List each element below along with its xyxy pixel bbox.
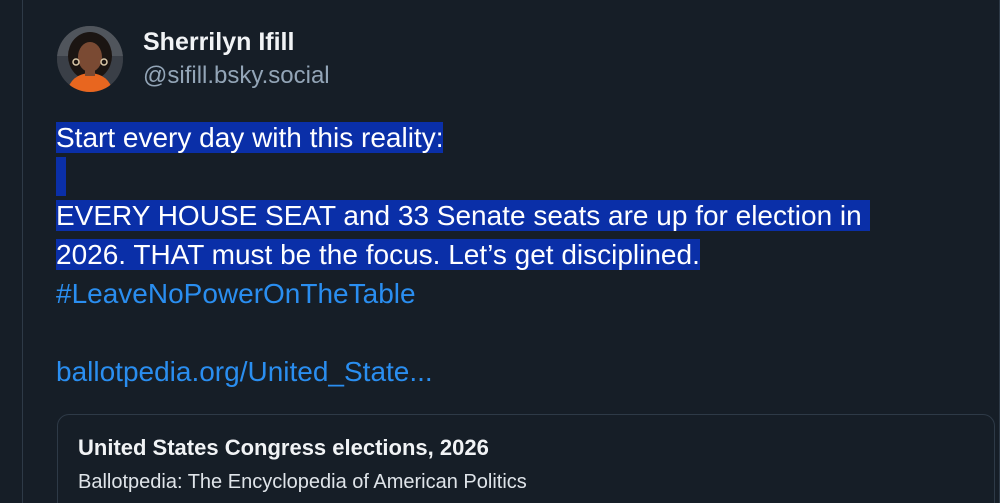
link-card-description: Ballotpedia: The Encyclopedia of America… (78, 471, 527, 493)
link-preview-card[interactable]: United States Congress elections, 2026 B… (57, 414, 995, 503)
profile-photo-icon (57, 26, 123, 92)
author-display-name[interactable]: Sherrilyn Ifill (143, 26, 330, 58)
post: Sherrilyn Ifill @sifill.bsky.social Star… (22, 0, 1000, 503)
post-text: Start every day with this reality: EVERY… (56, 118, 986, 391)
post-header: Sherrilyn Ifill @sifill.bsky.social (57, 26, 330, 92)
avatar[interactable] (57, 26, 123, 92)
post-text-line-2: EVERY HOUSE SEAT and 33 Senate seats are… (56, 200, 870, 231)
external-link[interactable]: ballotpedia.org/United_State... (56, 356, 433, 387)
post-text-line-3: 2026. THAT must be the focus. Let’s get … (56, 239, 700, 270)
selection-blank-line (56, 157, 66, 196)
author-names: Sherrilyn Ifill @sifill.bsky.social (143, 26, 330, 92)
author-handle[interactable]: @sifill.bsky.social (143, 60, 330, 92)
hashtag-link[interactable]: #LeaveNoPowerOnTheTable (56, 278, 416, 309)
link-card-title: United States Congress elections, 2026 (78, 435, 489, 460)
post-text-line-1: Start every day with this reality: (56, 122, 444, 153)
